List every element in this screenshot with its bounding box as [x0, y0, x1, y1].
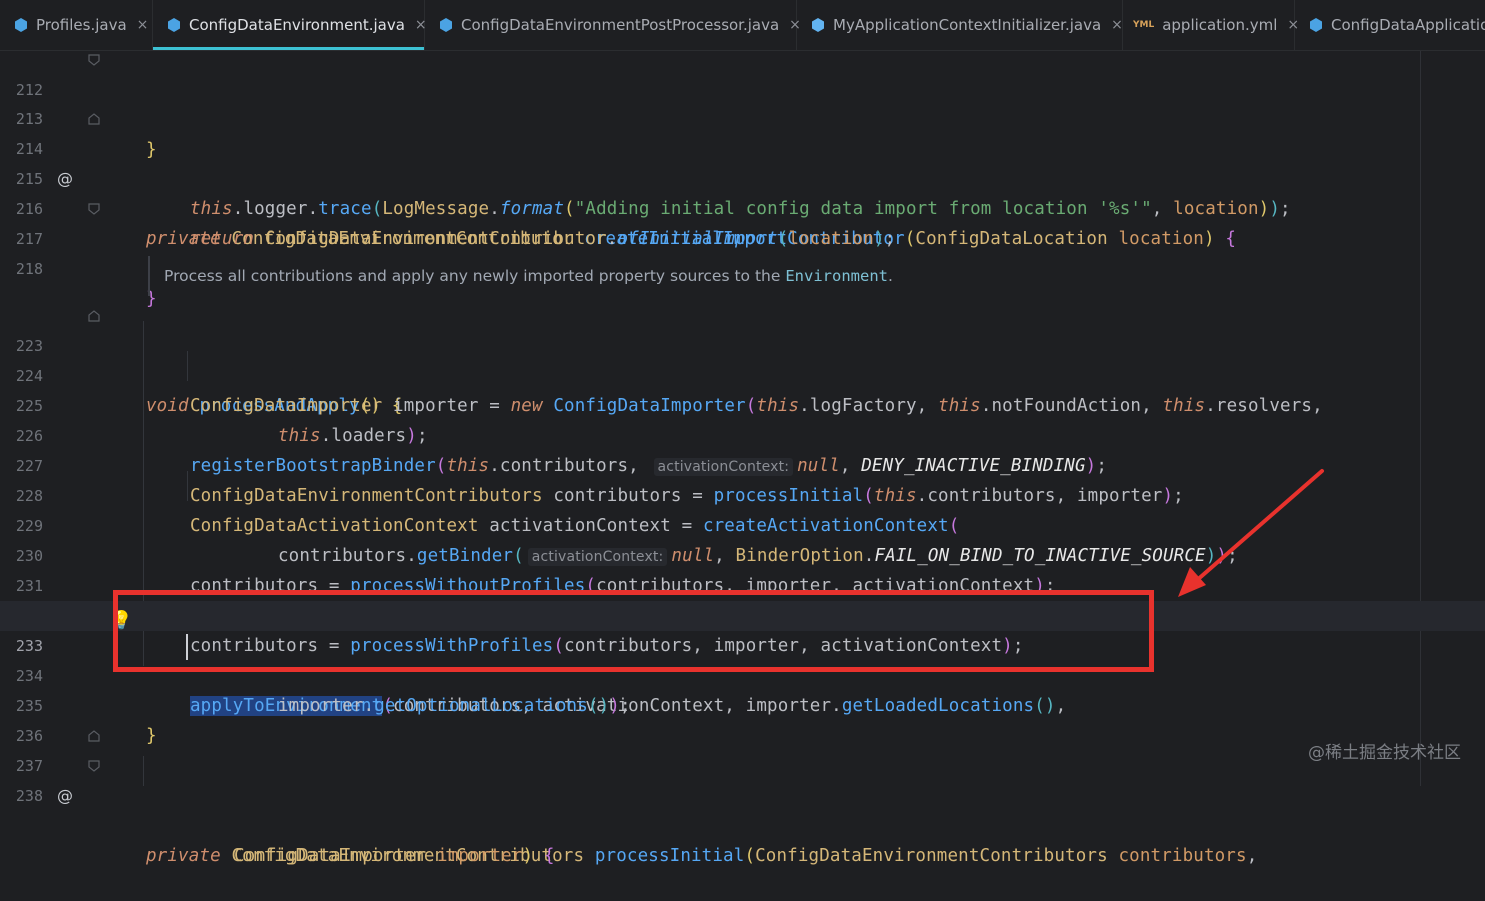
code-line: 238 ConfigDataImporter importer) {: [0, 751, 1485, 866]
code-line: 212 }: [0, 45, 1485, 160]
code-line: 218: [0, 224, 1485, 278]
fold-end-icon[interactable]: [88, 203, 100, 215]
tab-label: ConfigDataEnvironmentPostProcessor.java: [461, 16, 780, 34]
line-number: 218: [15, 260, 43, 278]
java-class-icon: [15, 18, 27, 32]
close-icon[interactable]: ×: [1111, 17, 1123, 33]
code-line: 229 contributors.getBinder(activationCon…: [0, 481, 1485, 566]
code-line: 236: [0, 691, 1485, 745]
java-class-icon: [440, 18, 452, 32]
code-line: 237 @ private ConfigDataEnvironmentContr…: [0, 721, 1485, 866]
fold-end-icon[interactable]: [88, 54, 100, 66]
code-line: 215 this.logger.trace(LogMessage.format(…: [0, 134, 1485, 219]
java-class-icon: [168, 18, 180, 32]
tab-my-application-context-initializer[interactable]: MyApplicationContextInitializer.java ×: [797, 0, 1123, 50]
yaml-file-icon: YML: [1133, 19, 1155, 30]
tab-config-data-application[interactable]: ConfigDataApplicatio: [1295, 0, 1485, 50]
editor-tab-bar: Profiles.java × ConfigDataEnvironment.ja…: [0, 0, 1485, 51]
code-editor[interactable]: 212 } 213 214 @ private ConfigDataEnviro…: [0, 51, 1485, 866]
rendered-javadoc[interactable]: Process all contributions and apply any …: [148, 256, 1408, 296]
code-line: 232 contributors = processWithProfiles(c…: [0, 571, 1485, 656]
code-line: 224 ConfigDataImporter importer = new Co…: [0, 331, 1485, 416]
tab-label: MyApplicationContextInitializer.java: [833, 16, 1102, 34]
tab-label: ConfigDataApplicatio: [1331, 16, 1485, 34]
javadoc-text: Process all contributions and apply any …: [164, 267, 786, 285]
tab-label: ConfigDataEnvironment.java: [189, 16, 405, 34]
watermark: @稀土掘金技术社区: [1308, 743, 1461, 763]
close-icon[interactable]: ×: [137, 17, 149, 33]
tab-application-yml[interactable]: YML application.yml ×: [1123, 0, 1299, 50]
javadoc-link-environment[interactable]: Environment: [785, 267, 888, 285]
code-line-current: 233 💡 applyToEnvironment(contributors, a…: [0, 601, 1485, 716]
tab-post-processor[interactable]: ConfigDataEnvironmentPostProcessor.java …: [425, 0, 801, 50]
code-line: 228 ConfigDataActivationContext activati…: [0, 451, 1485, 536]
code-line: 214 @ private ConfigDataEnvironmentContr…: [0, 104, 1485, 249]
code-line: 213: [0, 74, 1485, 128]
code-line: 231 activationContext = withProfiles(con…: [0, 541, 1485, 626]
code-line: 227 ConfigDataEnvironmentContributors co…: [0, 421, 1485, 506]
java-interface-icon: [812, 18, 824, 32]
fold-start-icon[interactable]: [88, 310, 100, 322]
code-line: 235 }: [0, 661, 1485, 746]
tab-config-data-environment[interactable]: ConfigDataEnvironment.java ×: [153, 0, 427, 50]
java-class-icon: [1310, 18, 1322, 32]
text-caret: [186, 634, 188, 660]
code-line: 223 void processAndApply() {: [0, 301, 1485, 416]
code-line: 230 contributors = processWithoutProfile…: [0, 511, 1485, 596]
code-line: 217 }: [0, 194, 1485, 309]
fold-start-icon[interactable]: [88, 113, 100, 125]
code-line: 216 return ConfigDataEnvironmentContribu…: [0, 164, 1485, 249]
javadoc-end: .: [887, 267, 893, 285]
tab-profiles-java[interactable]: Profiles.java ×: [0, 0, 153, 50]
tab-label: Profiles.java: [36, 16, 127, 34]
fold-start-icon[interactable]: [88, 730, 100, 742]
code-text: ConfigDataImporter importer) {: [234, 846, 555, 866]
code-line: 225 this.loaders);: [0, 361, 1485, 446]
tab-label: application.yml: [1162, 16, 1278, 34]
code-line: 234 importer.getOptionalLocations());: [0, 631, 1485, 716]
code-line: 226 registerBootstrapBinder(this.contrib…: [0, 391, 1485, 476]
fold-end-icon[interactable]: [88, 760, 100, 772]
